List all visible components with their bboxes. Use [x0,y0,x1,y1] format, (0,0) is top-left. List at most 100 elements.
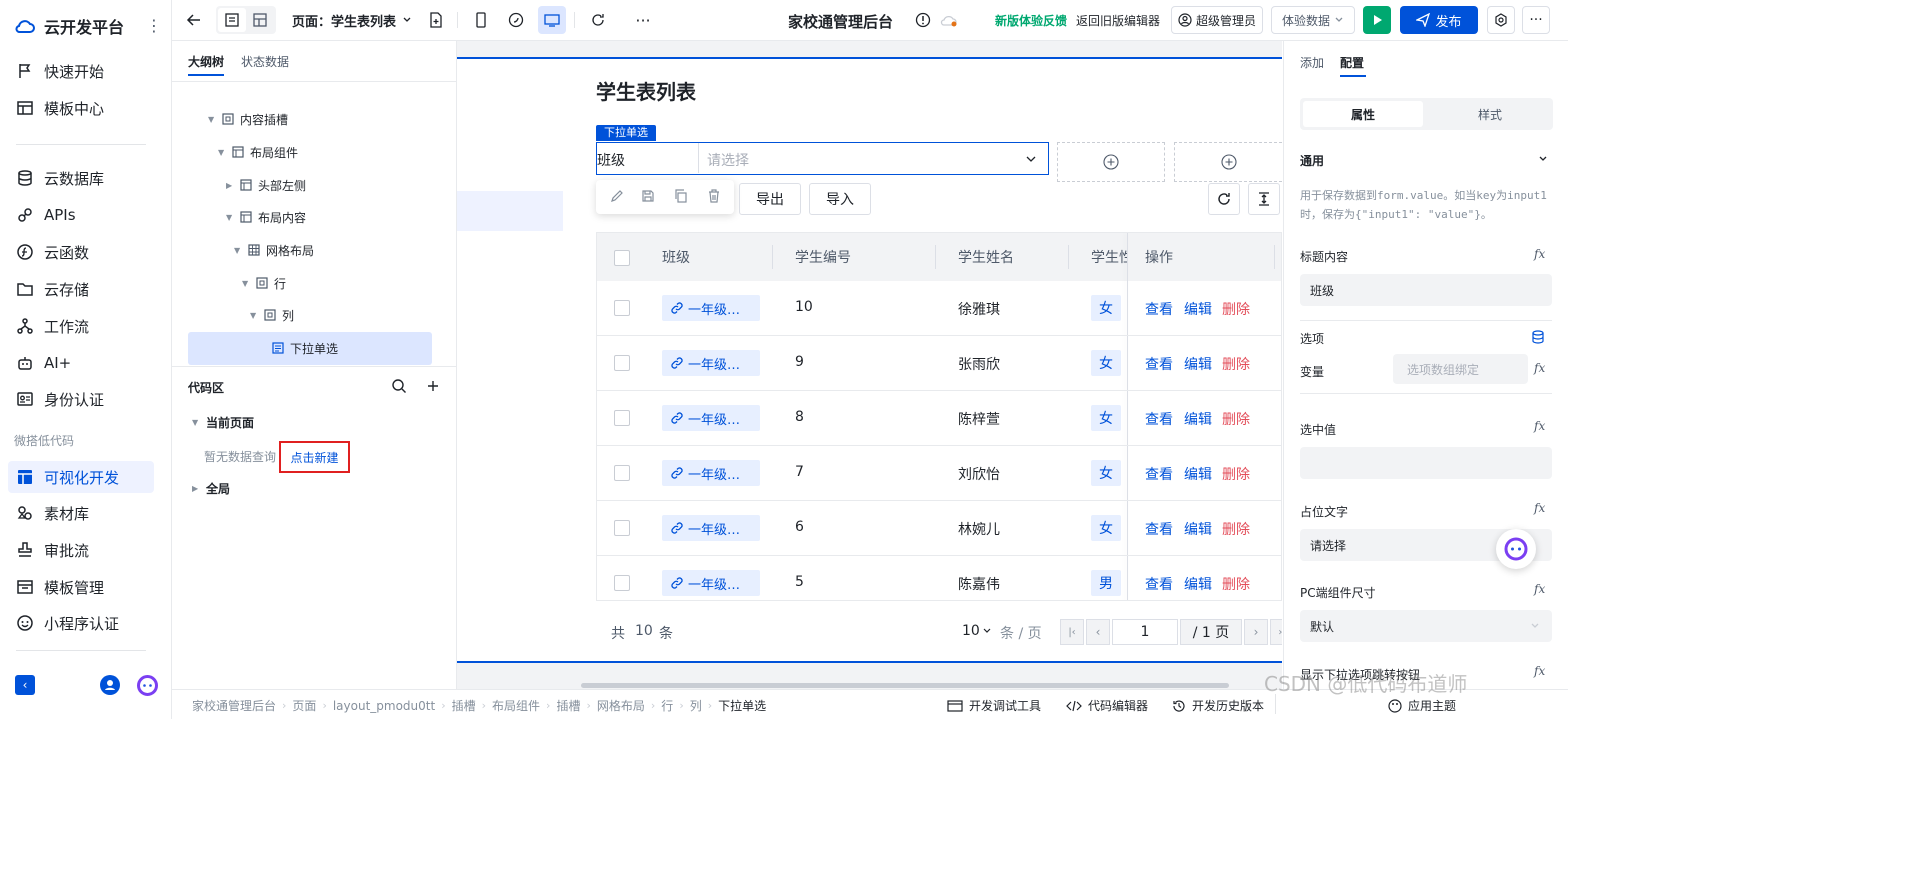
view-link[interactable]: 查看 [1145,354,1173,374]
fx-icon[interactable]: fx [1534,361,1545,375]
class-link-tag[interactable]: 一年级… [662,295,760,321]
edit-link[interactable]: 编辑 [1184,519,1212,539]
class-link-tag[interactable]: 一年级… [662,515,760,541]
publish-button[interactable]: 发布 [1400,6,1478,34]
nav-item-template-manage[interactable]: 模板管理 [8,571,154,603]
view-link[interactable]: 查看 [1145,574,1173,594]
add-slot-placeholder[interactable] [1057,142,1165,182]
nav-item-cloud-storage[interactable]: 云存储 [8,273,154,305]
prev-page-button[interactable]: ‹ [1086,619,1110,645]
fx-icon[interactable]: fx [1534,501,1545,515]
grid-view-icon[interactable] [246,8,274,32]
col-resizer[interactable] [772,245,773,269]
delete-link[interactable]: 删除 [1222,409,1250,429]
breadcrumb-item[interactable]: 列 [690,697,702,714]
page-size-select[interactable]: 10 [962,623,991,639]
view-link[interactable]: 查看 [1145,409,1173,429]
edit-link[interactable]: 编辑 [1184,354,1212,374]
tree-node-column[interactable]: ▼ 列 [250,303,294,327]
assistant-icon[interactable] [137,675,158,696]
settings-button[interactable] [1487,6,1515,34]
nav-item-cloud-function[interactable]: 云函数 [8,236,154,268]
nav-item-database[interactable]: 云数据库 [8,162,154,194]
tab-config[interactable]: 配置 [1340,54,1364,71]
next-page-button[interactable]: › [1244,619,1268,645]
variable-binding-input[interactable]: 选项数组绑定 [1393,354,1528,384]
nav-item-materials[interactable]: 素材库 [8,497,154,529]
breadcrumb-item[interactable]: 插槽 [556,697,580,714]
col-resizer[interactable] [1274,245,1275,269]
breadcrumb-item[interactable]: layout_pmodu0tt [333,699,435,713]
nav-item-ai[interactable]: AI+ [8,347,154,379]
delete-link[interactable]: 删除 [1222,464,1250,484]
apply-theme-button[interactable]: 应用主题 [1388,697,1456,714]
fx-icon[interactable]: fx [1534,419,1545,433]
refresh-button[interactable] [584,6,612,34]
class-link-tag[interactable]: 一年级… [662,405,760,431]
back-old-editor-link[interactable]: 返回旧版编辑器 [1076,12,1160,29]
col-header-class[interactable]: 班级 [662,247,690,267]
dev-tools-button[interactable]: 开发调试工具 [947,697,1041,714]
title-content-input[interactable]: 班级 [1300,274,1552,306]
fx-icon[interactable]: fx [1534,664,1545,678]
tree-node-layout-component[interactable]: ▼ 布局组件 [218,140,298,164]
copy-icon[interactable] [674,189,688,203]
tree-node-dropdown-selected[interactable]: 下拉单选 [188,332,432,365]
run-button[interactable] [1363,6,1391,34]
tree-node-grid-layout[interactable]: ▼ 网格布局 [234,238,314,262]
page-number-input[interactable]: 1 [1112,619,1178,645]
brand-logo[interactable]: 云开发平台 [14,14,124,38]
edit-pencil-icon[interactable] [610,189,624,203]
new-page-button[interactable] [422,6,450,34]
tab-state-data[interactable]: 状态数据 [241,53,289,70]
first-page-button[interactable]: |‹ [1060,619,1084,645]
tree-node-current-page[interactable]: ▼ 当前页面 [192,410,254,434]
segment-styles[interactable]: 样式 [1430,101,1550,127]
more-options-icon[interactable]: ··· [1522,6,1550,34]
user-menu[interactable]: 超级管理员 [1171,6,1263,34]
selected-value-input[interactable] [1300,447,1552,479]
page-select[interactable]: 页面：学生表列表 [292,6,412,34]
mobile-preview-button[interactable] [467,6,495,34]
col-header-student-name[interactable]: 学生姓名 [958,247,1014,267]
row-checkbox[interactable] [614,520,630,536]
tree-node-global[interactable]: ▶ 全局 [192,476,230,500]
tree-node-row[interactable]: ▼ 行 [242,271,286,295]
nav-item-apis[interactable]: APIs [8,199,154,231]
ai-assistant-button[interactable] [1496,529,1536,569]
add-slot-placeholder[interactable] [1174,142,1282,182]
more-horizontal-icon[interactable]: ··· [629,6,657,34]
col-resizer[interactable] [1068,245,1069,269]
class-link-tag[interactable]: 一年级… [662,570,760,596]
feedback-link[interactable]: 新版体验反馈 [995,12,1067,29]
nav-item-workflow[interactable]: 工作流 [8,310,154,342]
import-button[interactable]: 导入 [809,183,871,215]
breadcrumb-item[interactable]: 下拉单选 [718,697,766,714]
delete-link[interactable]: 删除 [1222,519,1250,539]
edit-link[interactable]: 编辑 [1184,299,1212,319]
save-icon[interactable] [641,189,655,203]
view-link[interactable]: 查看 [1145,464,1173,484]
row-checkbox[interactable] [614,575,630,591]
section-general[interactable]: 通用 [1300,152,1324,169]
edit-link[interactable]: 编辑 [1184,409,1212,429]
miniprogram-preview-button[interactable] [502,6,530,34]
tree-node-header-left[interactable]: ▶ 头部左侧 [226,173,306,197]
code-editor-button[interactable]: 代码编辑器 [1066,697,1148,714]
breadcrumb-item[interactable]: 家校通管理后台 [192,697,276,714]
dropdown-select[interactable]: 班级 请选择 [596,142,1049,175]
nav-item-template-center[interactable]: 模板中心 [8,92,154,124]
data-source-icon[interactable] [1531,330,1545,344]
row-checkbox[interactable] [614,300,630,316]
last-page-button[interactable]: ›| [1270,619,1282,645]
search-icon[interactable] [391,378,407,394]
info-circle-icon[interactable] [915,12,931,28]
export-button[interactable]: 导出 [739,183,801,215]
more-vertical-icon[interactable]: ⋮ [146,16,162,36]
collapse-nav-button[interactable]: ‹ [15,675,35,695]
edit-link[interactable]: 编辑 [1184,574,1212,594]
experience-data-select[interactable]: 体验数据 [1271,6,1355,34]
nav-item-approval[interactable]: 审批流 [8,534,154,566]
chevron-down-icon[interactable] [1538,154,1548,164]
user-avatar-icon[interactable] [100,675,120,695]
